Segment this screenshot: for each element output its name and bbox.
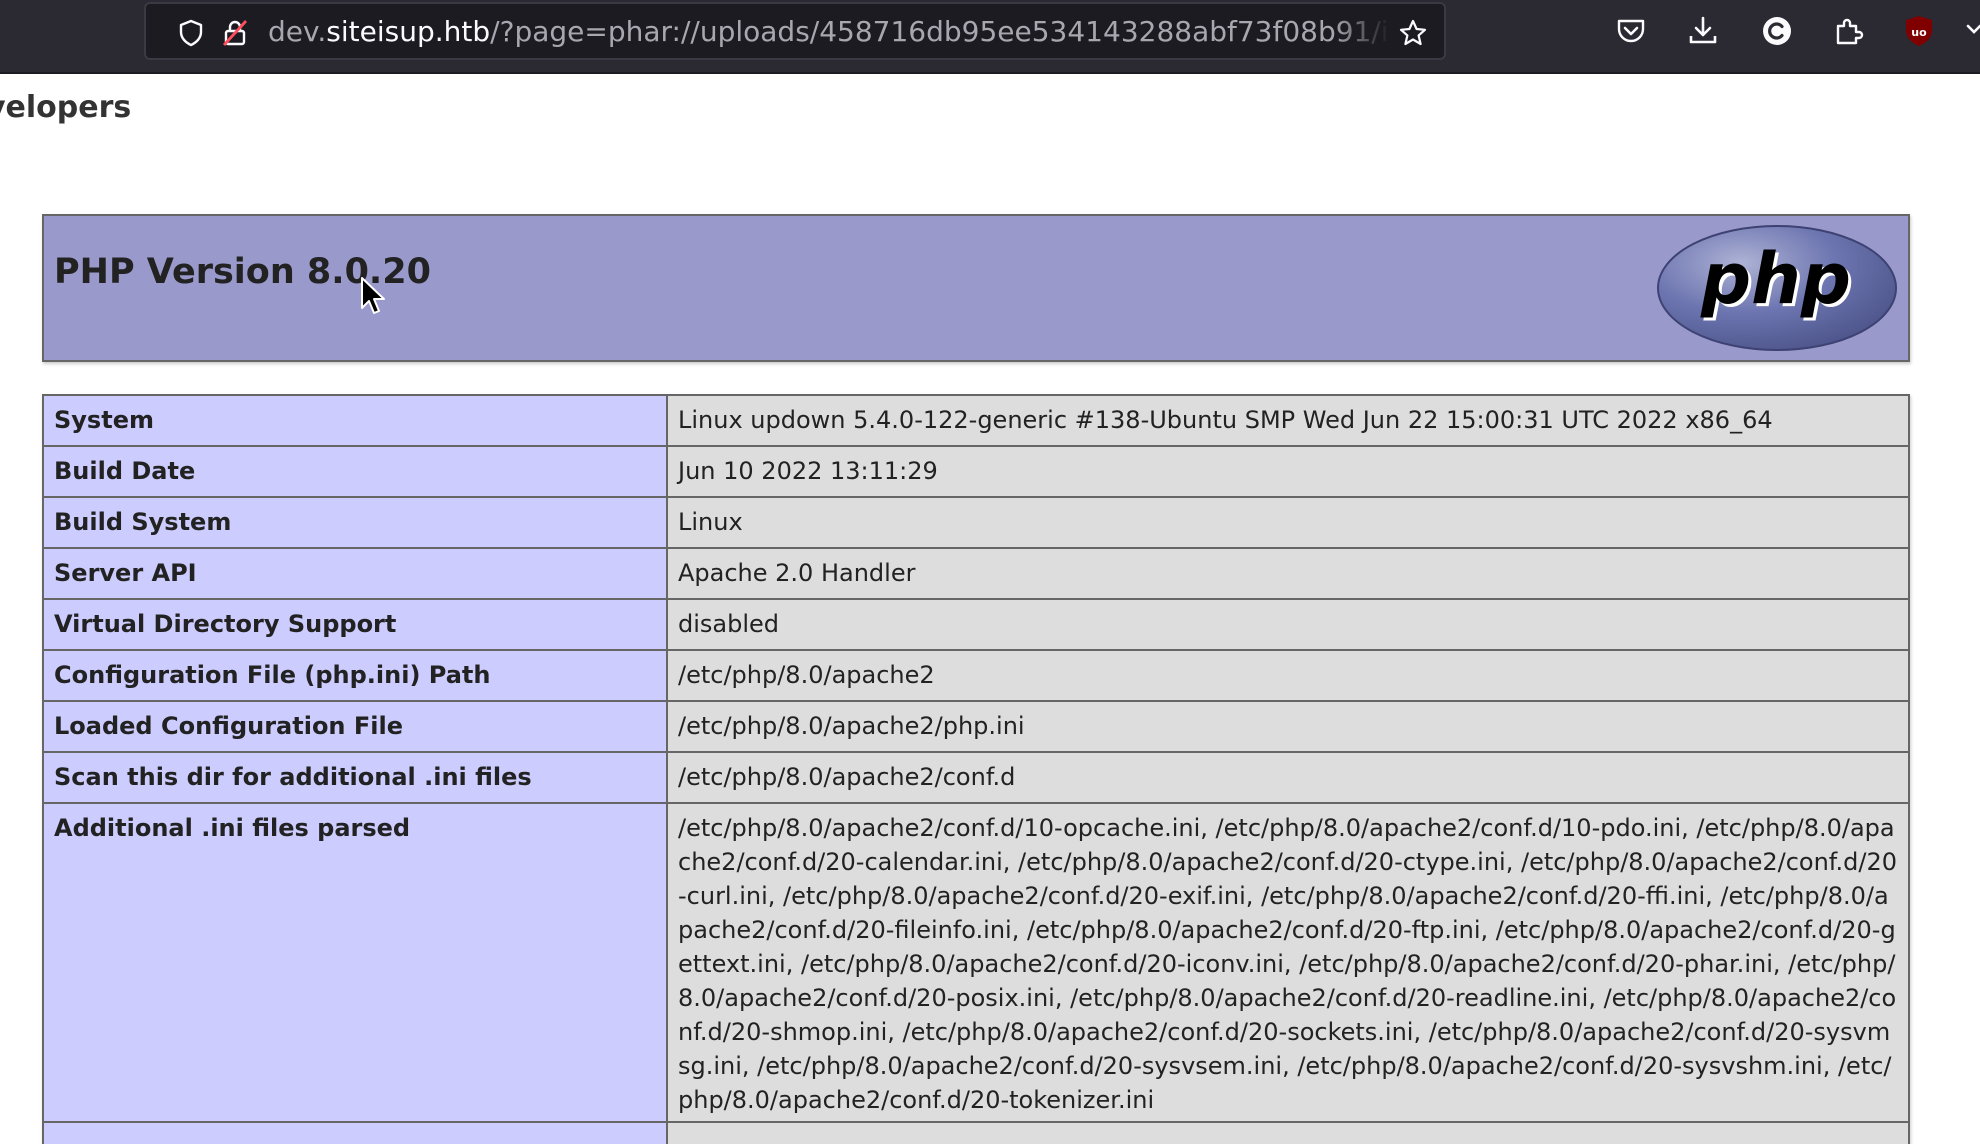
ublock-origin-icon[interactable]: uo — [1902, 14, 1936, 48]
info-value: /etc/php/8.0/apache2/conf.d — [666, 751, 1910, 804]
info-key: Build Date — [42, 445, 668, 498]
php-info-table: System Linux updown 5.4.0-122-generic #1… — [42, 394, 1910, 1144]
info-key: Virtual Directory Support — [42, 598, 668, 651]
browser-toolbar: dev.siteisup.htb/?page=phar://uploads/45… — [0, 0, 1980, 74]
info-key: Loaded Configuration File — [42, 700, 668, 753]
url-bar[interactable]: dev.siteisup.htb/?page=phar://uploads/45… — [144, 2, 1446, 60]
info-value: disabled — [666, 598, 1910, 651]
info-value: Apache 2.0 Handler — [666, 547, 1910, 600]
info-key: Configuration File (php.ini) Path — [42, 649, 668, 702]
php-logo[interactable]: php php — [1656, 224, 1898, 352]
extensions-icon[interactable] — [1832, 14, 1866, 48]
overflow-chevron-icon[interactable] — [1966, 14, 1980, 48]
info-row-loaded-config: Loaded Configuration File /etc/php/8.0/a… — [42, 700, 1910, 753]
info-key: Scan this dir for additional .ini files — [42, 751, 668, 804]
info-row-build-system: Build System Linux — [42, 496, 1910, 549]
info-key: Additional .ini files parsed — [42, 802, 668, 1123]
info-row-additional-ini: Additional .ini files parsed /etc/php/8.… — [42, 802, 1910, 1123]
info-value: /etc/php/8.0/apache2 — [666, 649, 1910, 702]
info-key: System — [42, 394, 668, 447]
shield-icon[interactable] — [176, 18, 206, 48]
info-value: /etc/php/8.0/apache2/php.ini — [666, 700, 1910, 753]
url-host-prefix: dev. — [268, 15, 327, 48]
site-heading: velopers — [0, 90, 132, 125]
info-key: Build System — [42, 496, 668, 549]
download-icon[interactable] — [1686, 14, 1720, 48]
info-value: Linux — [666, 496, 1910, 549]
info-row-build-date: Build Date Jun 10 2022 13:11:29 — [42, 445, 1910, 498]
info-value: Linux updown 5.4.0-122-generic #138-Ubun… — [666, 394, 1910, 447]
info-key — [42, 1121, 668, 1144]
php-version-header: PHP Version 8.0.20 php php — [42, 214, 1910, 362]
mouse-cursor-icon — [361, 277, 385, 314]
info-value — [666, 1121, 1910, 1144]
info-value: /etc/php/8.0/apache2/conf.d/10-opcache.i… — [666, 802, 1910, 1123]
star-bookmark-icon[interactable] — [1398, 18, 1428, 48]
url-host: siteisup.htb — [326, 15, 491, 48]
account-icon[interactable] — [1760, 14, 1794, 48]
insecure-lock-icon[interactable] — [220, 18, 250, 48]
info-row-server-api: Server API Apache 2.0 Handler — [42, 547, 1910, 600]
info-value: Jun 10 2022 13:11:29 — [666, 445, 1910, 498]
url-path: /?page=phar://uploads/458716db95ee534143… — [490, 15, 1390, 48]
info-row-scan-dir: Scan this dir for additional .ini files … — [42, 751, 1910, 804]
info-key: Server API — [42, 547, 668, 600]
info-row-virtual-directory: Virtual Directory Support disabled — [42, 598, 1910, 651]
php-logo-text-shadow: php — [1700, 238, 1851, 320]
pocket-icon[interactable] — [1614, 14, 1648, 48]
svg-text:uo: uo — [1911, 26, 1927, 39]
info-row-next — [42, 1121, 1910, 1144]
page-content: velopers PHP Version 8.0.20 php php Syst… — [0, 74, 1980, 1144]
info-row-config-path: Configuration File (php.ini) Path /etc/p… — [42, 649, 1910, 702]
url-text[interactable]: dev.siteisup.htb/?page=phar://uploads/45… — [268, 15, 1390, 49]
info-row-system: System Linux updown 5.4.0-122-generic #1… — [42, 394, 1910, 447]
